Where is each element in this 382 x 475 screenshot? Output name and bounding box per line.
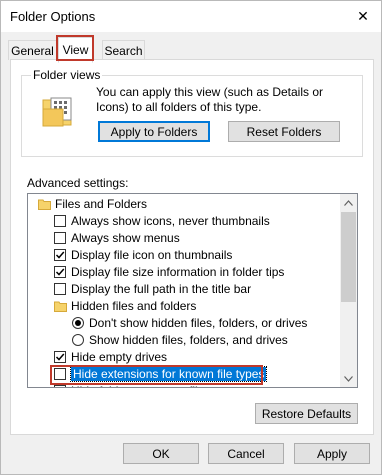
settings-item-label: Files and Folders — [55, 197, 148, 211]
tab-search[interactable]: Search — [102, 40, 145, 60]
scroll-up-arrow[interactable] — [340, 194, 357, 211]
settings-item[interactable]: Hide folder merge conflicts — [28, 383, 338, 388]
checkmark-icon — [55, 386, 65, 388]
tab-strip: General View Search — [1, 32, 381, 63]
checkbox[interactable] — [54, 385, 66, 388]
settings-item-label: Display file size information in folder … — [71, 265, 285, 279]
folder-options-dialog: Folder Options ✕ General View Search Fol… — [0, 0, 382, 475]
checkbox[interactable] — [54, 351, 66, 363]
view-tab-panel: Folder views You can apply this view (su… — [10, 59, 374, 435]
radio-dot — [75, 320, 81, 326]
settings-item[interactable]: Display file icon on thumbnails — [28, 247, 338, 264]
folder-views-description: You can apply this view (such as Details… — [96, 85, 324, 114]
view-tab-highlight — [56, 35, 94, 61]
radio-button[interactable] — [72, 334, 84, 346]
apply-button[interactable]: Apply — [294, 443, 370, 464]
advanced-settings-label: Advanced settings: — [27, 176, 129, 190]
reset-folders-button[interactable]: Reset Folders — [228, 121, 340, 142]
checkbox[interactable] — [54, 232, 66, 244]
settings-item[interactable]: Display the full path in the title bar — [28, 281, 338, 298]
checkbox[interactable] — [54, 266, 66, 278]
settings-item-label: Show hidden files, folders, and drives — [89, 333, 288, 347]
settings-item-label: Always show menus — [71, 231, 180, 245]
vertical-scrollbar[interactable] — [340, 194, 357, 387]
settings-item[interactable]: Show hidden files, folders, and drives — [28, 332, 338, 349]
chevron-up-icon — [344, 199, 353, 206]
settings-item[interactable]: Hide empty drives — [28, 349, 338, 366]
settings-item[interactable]: Always show icons, never thumbnails — [28, 213, 338, 230]
ok-button[interactable]: OK — [123, 443, 199, 464]
settings-item-label: Hide empty drives — [71, 350, 168, 364]
apply-to-folders-button[interactable]: Apply to Folders — [98, 121, 210, 142]
chevron-down-icon — [344, 375, 353, 382]
settings-item-label: Hide folder merge conflicts — [71, 384, 213, 387]
selected-item-highlight — [50, 365, 263, 385]
checkmark-icon — [55, 353, 65, 361]
checkbox[interactable] — [54, 249, 66, 261]
settings-item-label: Display the full path in the title bar — [71, 282, 252, 296]
window-title: Folder Options — [10, 9, 96, 24]
settings-item[interactable]: Don't show hidden files, folders, or dri… — [28, 315, 338, 332]
settings-item-label: Always show icons, never thumbnails — [71, 214, 270, 228]
folder-views-label: Folder views — [31, 68, 103, 82]
advanced-settings-list[interactable]: Files and Folders Always show icons, neve… — [27, 193, 358, 388]
close-icon: ✕ — [357, 7, 369, 24]
checkbox[interactable] — [54, 283, 66, 295]
settings-item-label: Hidden files and folders — [71, 299, 197, 313]
folder-icon — [54, 300, 67, 315]
checkmark-icon — [55, 268, 65, 276]
settings-group: Hidden files and folders — [28, 298, 338, 315]
settings-group: Files and Folders — [28, 196, 338, 213]
scroll-thumb[interactable] — [341, 212, 356, 302]
settings-item-label: Display file icon on thumbnails — [71, 248, 233, 262]
settings-item[interactable]: Always show menus — [28, 230, 338, 247]
checkmark-icon — [55, 251, 65, 259]
checkbox[interactable] — [54, 215, 66, 227]
settings-item[interactable]: Display file size information in folder … — [28, 264, 338, 281]
folder-views-group: Folder views You can apply this view (su… — [21, 68, 363, 157]
settings-item-label: Don't show hidden files, folders, or dri… — [89, 316, 308, 330]
radio-button[interactable] — [72, 317, 84, 329]
folder-view-icon — [42, 97, 72, 127]
folder-icon — [38, 198, 51, 213]
title-bar: Folder Options ✕ — [1, 1, 381, 32]
close-button[interactable]: ✕ — [348, 2, 378, 30]
tab-general[interactable]: General — [8, 40, 57, 60]
restore-defaults-button[interactable]: Restore Defaults — [255, 403, 358, 424]
cancel-button[interactable]: Cancel — [208, 443, 284, 464]
scroll-down-arrow[interactable] — [340, 370, 357, 387]
